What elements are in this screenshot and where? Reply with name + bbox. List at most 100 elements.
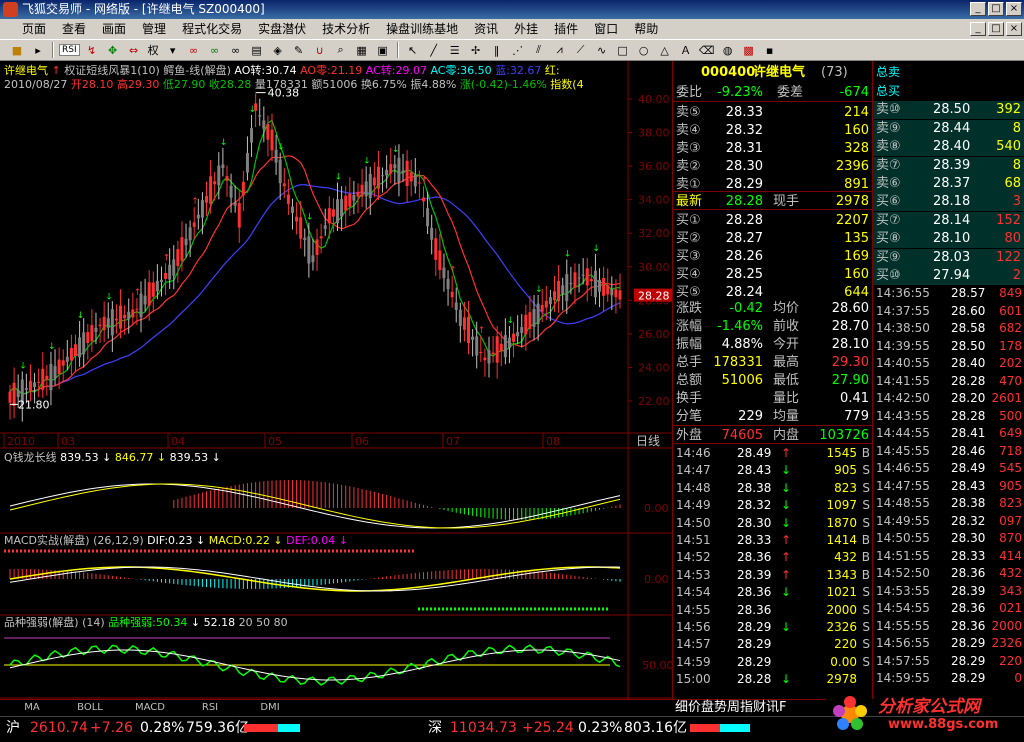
pointer-icon[interactable]: ↖: [404, 42, 422, 58]
mdi-minimize-button[interactable]: _: [970, 22, 986, 36]
menu-plugin-ext[interactable]: 外挂: [506, 19, 546, 39]
tick-row[interactable]: 14:54 28.36 ↓ 1021 S: [673, 584, 873, 601]
side-tick-row[interactable]: 14:38:50 28.58 682: [873, 320, 1024, 337]
tick-row[interactable]: 14:56 28.29 ↓ 2326 S: [673, 619, 873, 636]
tick-row[interactable]: 14:49 28.32 ↓ 1097 S: [673, 497, 873, 514]
side-tick-row[interactable]: 14:46:55 28.49 545: [873, 460, 1024, 477]
text-tool-icon[interactable]: Ａ: [677, 42, 695, 58]
wave-tool-icon[interactable]: ∿: [593, 42, 611, 58]
side-tick-row[interactable]: 14:48:55 28.38 823: [873, 495, 1024, 512]
channel-tool-icon[interactable]: ⫽: [530, 42, 548, 58]
side-sell-row[interactable]: 卖⑧ 28.40 540: [873, 138, 1024, 156]
tick-row[interactable]: 14:55 28.36 2000 S: [673, 602, 873, 619]
move-icon[interactable]: ✥: [104, 42, 122, 58]
side-tick-row[interactable]: 14:54:55 28.36 021: [873, 600, 1024, 617]
glasses-icon[interactable]: ∞: [185, 42, 203, 58]
mdi-restore-button[interactable]: □: [988, 22, 1004, 36]
grid-icon[interactable]: ▦: [353, 42, 371, 58]
side-tick-row[interactable]: 14:55:55 28.36 2000: [873, 618, 1024, 635]
side-sell-row[interactable]: 卖⑨ 28.44 8: [873, 119, 1024, 138]
menu-program-trading[interactable]: 程式化交易: [174, 19, 250, 39]
tick-row[interactable]: 14:52 28.36 ↑ 432 B: [673, 549, 873, 566]
tick-row[interactable]: 14:47 28.43 ↓ 905 S: [673, 462, 873, 479]
tick-row[interactable]: 14:50 28.30 ↓ 1870 S: [673, 515, 873, 532]
ellipse-tool-icon[interactable]: ○: [635, 42, 653, 58]
side-tick-row[interactable]: 14:51:55 28.33 414: [873, 548, 1024, 565]
side-buy-row[interactable]: 买⑩ 27.94 2: [873, 267, 1024, 285]
search-icon[interactable]: ⌕: [332, 42, 350, 58]
wrench-icon[interactable]: ✎: [290, 42, 308, 58]
tick-row[interactable]: 14:48 28.38 ↓ 823 S: [673, 480, 873, 497]
buy-level-row[interactable]: 买④ 28.25 160: [673, 265, 873, 284]
sell-level-row[interactable]: 卖③ 28.31 328: [673, 139, 873, 158]
side-tick-row[interactable]: 14:44:55 28.41 649: [873, 425, 1024, 442]
side-buy-row[interactable]: 买⑥ 28.18 3: [873, 193, 1024, 211]
palette-icon[interactable]: ▩: [740, 42, 758, 58]
side-tick-row[interactable]: 14:56:55 28.29 2326: [873, 635, 1024, 652]
eraser-tool-icon[interactable]: ⌫: [698, 42, 716, 58]
speed-tool-icon[interactable]: ⩘: [551, 42, 569, 58]
menu-lurk[interactable]: 实盘潜伏: [250, 19, 314, 39]
side-sell-row[interactable]: 卖⑥ 28.37 68: [873, 175, 1024, 193]
arrow-icon[interactable]: ▸: [29, 42, 47, 58]
tab-rsi[interactable]: RSI: [182, 701, 238, 715]
tick-row[interactable]: 15:00 28.28 ↓ 2978: [673, 671, 873, 688]
kline-chart-svg[interactable]: 40.0038.0036.0034.0032.0030.0028.0026.00…: [0, 61, 672, 699]
gann-tool-icon[interactable]: ⟋: [572, 42, 590, 58]
lines-tool-icon[interactable]: ☰: [446, 42, 464, 58]
cross-tool-icon[interactable]: ✢: [467, 42, 485, 58]
cube-icon[interactable]: ◈: [269, 42, 287, 58]
tick-row[interactable]: 14:51 28.33 ↑ 1414 B: [673, 532, 873, 549]
side-tick-row[interactable]: 14:36:55 28.57 849: [873, 285, 1024, 302]
folder-icon[interactable]: ■: [8, 42, 26, 58]
restore-button[interactable]: □: [988, 2, 1004, 16]
fan-tool-icon[interactable]: ⋰: [509, 42, 527, 58]
rights-button[interactable]: 权: [146, 42, 161, 58]
side-tick-row[interactable]: 14:52:50 28.36 432: [873, 565, 1024, 582]
vlines-tool-icon[interactable]: ‖: [488, 42, 506, 58]
menu-window[interactable]: 窗口: [586, 19, 626, 39]
menu-screen[interactable]: 画面: [94, 19, 134, 39]
panel-icon[interactable]: ▣: [374, 42, 392, 58]
side-sell-row[interactable]: 卖⑦ 28.39 8: [873, 156, 1024, 175]
side-tick-row[interactable]: 14:50:55 28.30 870: [873, 530, 1024, 547]
side-tick-row[interactable]: 14:43:55 28.28 500: [873, 408, 1024, 425]
menu-plugins[interactable]: 插件: [546, 19, 586, 39]
menu-view[interactable]: 查看: [54, 19, 94, 39]
side-buy-row[interactable]: 买⑧ 28.10 80: [873, 230, 1024, 248]
tab-macd[interactable]: MACD: [122, 701, 178, 715]
side-buy-row[interactable]: 买⑨ 28.03 122: [873, 248, 1024, 267]
sell-level-row[interactable]: 卖⑤ 28.33 214: [673, 103, 873, 122]
triangle-tool-icon[interactable]: △: [656, 42, 674, 58]
tab-boll[interactable]: BOLL: [62, 701, 118, 715]
buy-level-row[interactable]: 买② 28.27 135: [673, 229, 873, 248]
save-icon[interactable]: ▪: [761, 42, 779, 58]
quote-bottom-tabs[interactable]: 细价盘势周指财讯F: [672, 699, 826, 716]
line-tool-icon[interactable]: ╱: [425, 42, 443, 58]
glasses2-icon[interactable]: ∞: [206, 42, 224, 58]
magnet-icon[interactable]: ∪: [311, 42, 329, 58]
side-tick-row[interactable]: 14:37:55 28.60 601: [873, 303, 1024, 320]
tick-row[interactable]: 14:46 28.49 ↑ 1545 B: [673, 445, 873, 462]
book-icon[interactable]: ▤: [248, 42, 266, 58]
side-tick-row[interactable]: 14:40:55 28.40 202: [873, 355, 1024, 372]
tab-dmi[interactable]: DMI: [242, 701, 298, 715]
tick-row[interactable]: 14:59 28.29 0.00 S: [673, 654, 873, 671]
side-tick-row[interactable]: 14:45:55 28.46 718: [873, 443, 1024, 460]
rect-tool-icon[interactable]: □: [614, 42, 632, 58]
tick-row[interactable]: 14:57 28.29 220 S: [673, 636, 873, 653]
side-tick-row[interactable]: 14:49:55 28.32 097: [873, 513, 1024, 530]
swap-icon[interactable]: ⇔: [125, 42, 143, 58]
dropdown-icon[interactable]: ▾: [164, 42, 182, 58]
menu-news[interactable]: 资讯: [466, 19, 506, 39]
mdi-close-button[interactable]: ×: [1006, 22, 1022, 36]
rsi-button[interactable]: RSI: [59, 44, 80, 56]
side-tick-row[interactable]: 14:57:55 28.29 220: [873, 653, 1024, 670]
buy-level-row[interactable]: 买① 28.28 2207: [673, 211, 873, 230]
side-tick-row[interactable]: 14:47:55 28.43 905: [873, 478, 1024, 495]
menu-training[interactable]: 操盘训练基地: [378, 19, 466, 39]
side-buy-row[interactable]: 买⑦ 28.14 152: [873, 211, 1024, 230]
tick-row[interactable]: 14:53 28.39 ↑ 1343 B: [673, 567, 873, 584]
close-button[interactable]: ×: [1006, 2, 1022, 16]
menu-manage[interactable]: 管理: [134, 19, 174, 39]
